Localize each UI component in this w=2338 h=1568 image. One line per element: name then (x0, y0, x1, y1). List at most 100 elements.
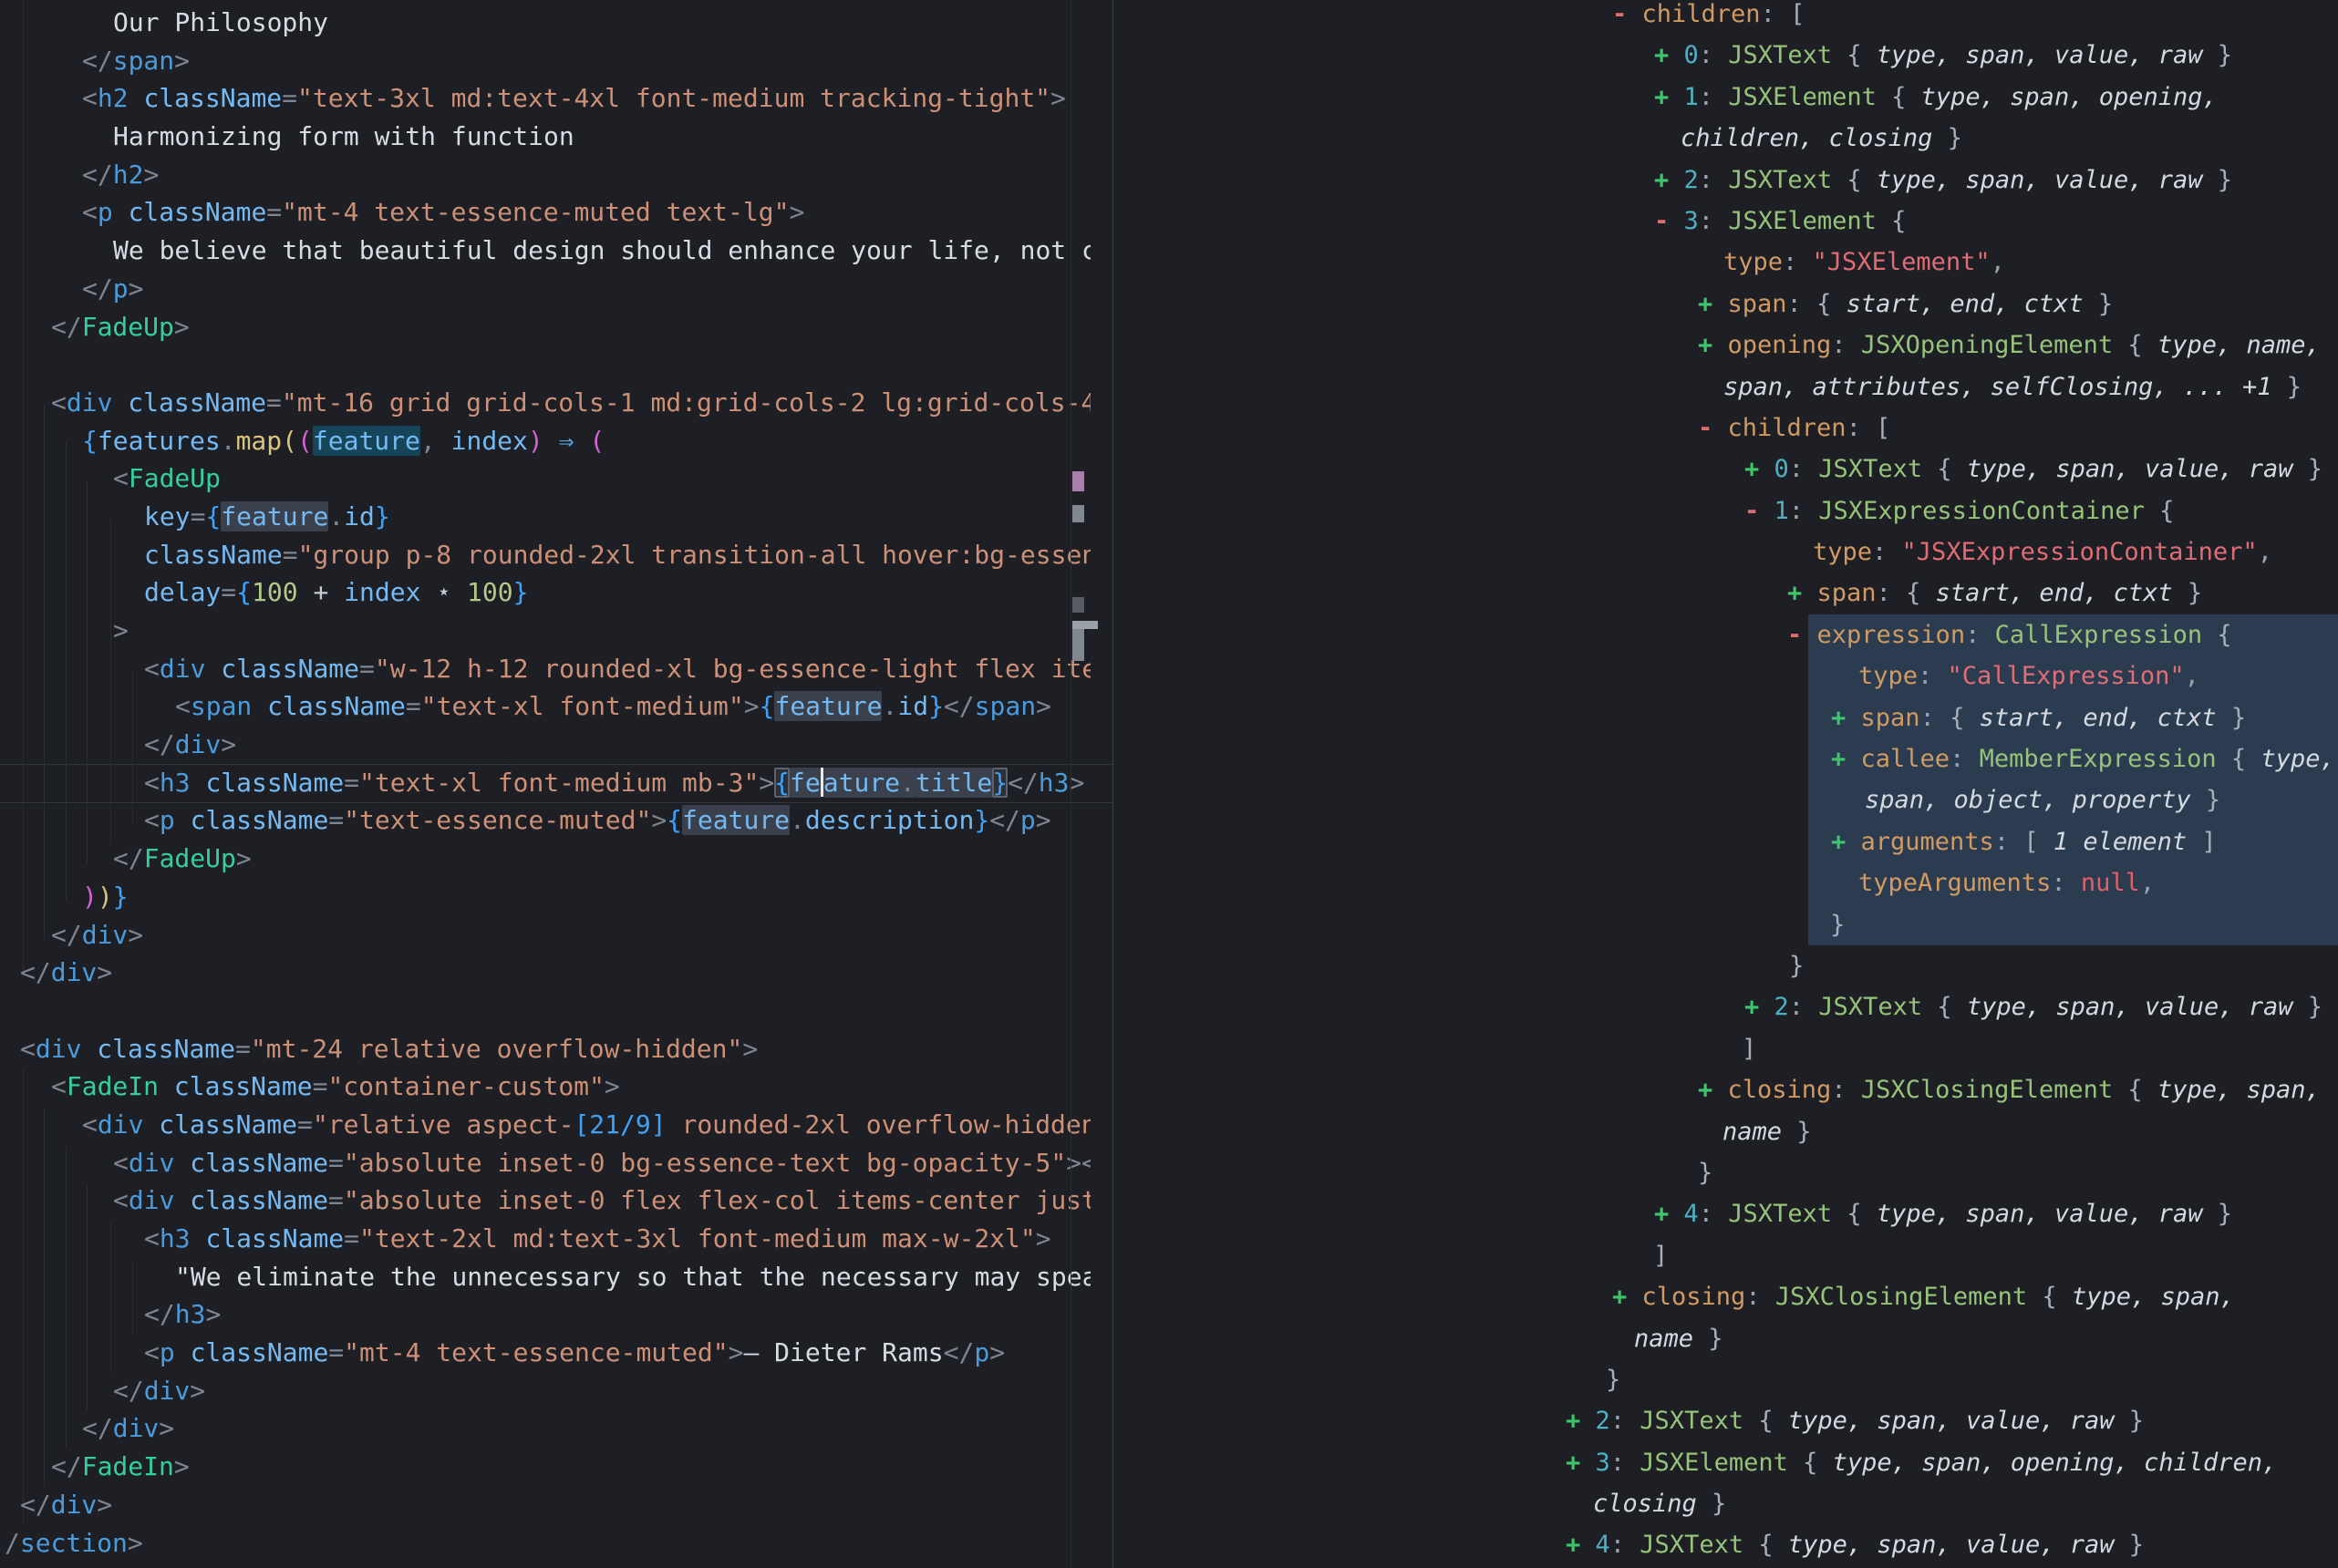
code-line[interactable]: <div className="mt-16 grid grid-cols-1 m… (0, 384, 1091, 422)
expand-plus-icon[interactable]: + (1698, 1076, 1728, 1104)
code-line[interactable]: {features.map((feature, index) ⇒ ( (0, 422, 1091, 460)
ast-row[interactable]: span, object, property } (1113, 779, 2338, 820)
ast-row[interactable]: typeArguments: null, (1113, 862, 2338, 903)
code-line[interactable]: <FadeUp (0, 459, 1091, 498)
code-line[interactable]: </div> (0, 916, 1091, 954)
code-line[interactable]: <div className="w-12 h-12 rounded-xl bg-… (0, 650, 1091, 688)
expand-plus-icon[interactable]: + (1654, 41, 1684, 69)
ast-row[interactable]: - children: [ (1113, 407, 2338, 449)
expand-plus-icon[interactable]: + (1612, 1283, 1642, 1311)
ast-row[interactable]: + 2: JSXText { type, span, value, raw } (1113, 160, 2338, 201)
code-line[interactable] (0, 992, 1091, 1030)
expand-plus-icon[interactable]: + (1744, 993, 1774, 1021)
expand-plus-icon[interactable]: + (1698, 331, 1728, 359)
ast-row[interactable]: + closing: JSXClosingElement { type, spa… (1113, 1276, 2338, 1317)
code-line[interactable]: <p className="text-essence-muted">{featu… (0, 801, 1091, 840)
ast-row[interactable]: type: "JSXElement", (1113, 242, 2338, 283)
code-line[interactable]: </div> (0, 954, 1091, 992)
code-line[interactable]: className="group p-8 rounded-2xl transit… (0, 536, 1091, 574)
ast-row[interactable]: + 1: JSXElement { type, span, opening, (1113, 77, 2338, 118)
ast-row[interactable]: - expression: CallExpression { (1113, 614, 2338, 655)
collapse-minus-icon[interactable]: - (1744, 497, 1774, 525)
ast-row[interactable]: + 0: JSXText { type, span, value, raw } (1113, 449, 2338, 490)
ast-row[interactable]: + span: { start, end, ctxt } (1113, 284, 2338, 325)
ast-row[interactable]: - children: [ (1113, 0, 2338, 35)
code-line[interactable]: <p className="mt-4 text-essence-muted">—… (0, 1334, 1091, 1372)
expand-plus-icon[interactable]: + (1654, 83, 1684, 111)
code-line[interactable]: </h2> (0, 156, 1091, 194)
code-line[interactable]: <div className="relative aspect-[21/9] r… (0, 1106, 1091, 1144)
ast-row[interactable]: + callee: MemberExpression { type, (1113, 738, 2338, 779)
ast-row[interactable]: span, attributes, selfClosing, ... +1 } (1113, 366, 2338, 407)
code-line[interactable]: ))} (0, 878, 1091, 916)
expand-plus-icon[interactable]: + (1831, 704, 1861, 732)
ast-row[interactable]: } (1113, 1359, 2338, 1400)
code-line[interactable] (0, 346, 1091, 384)
code-line[interactable]: </FadeUp> (0, 308, 1091, 346)
expand-plus-icon[interactable]: + (1831, 745, 1861, 773)
code-line[interactable]: Harmonizing form with function (0, 118, 1091, 156)
ast-row[interactable]: type: "CallExpression", (1113, 655, 2338, 696)
expand-plus-icon[interactable]: + (1698, 290, 1728, 318)
ast-row[interactable]: closing } (1113, 1483, 2338, 1524)
code-line[interactable]: <div className="absolute inset-0 flex fl… (0, 1181, 1091, 1220)
code-line[interactable]: </div> (0, 1409, 1091, 1448)
expand-plus-icon[interactable]: + (1787, 579, 1817, 607)
ast-row[interactable]: + 2: JSXText { type, span, value, raw } (1113, 986, 2338, 1027)
code-line[interactable]: > (0, 612, 1091, 650)
ast-row[interactable]: - 1: JSXExpressionContainer { (1113, 490, 2338, 531)
code-line[interactable]: </div> (0, 1372, 1091, 1410)
expand-plus-icon[interactable]: + (1831, 828, 1861, 856)
code-line[interactable]: Our Philosophy (0, 4, 1091, 42)
code-line[interactable]: </h3> (0, 1295, 1091, 1334)
expand-plus-icon[interactable]: + (1744, 455, 1774, 483)
code-line[interactable]: "We eliminate the unnecessary so that th… (0, 1258, 1091, 1296)
ast-row[interactable]: ] (1113, 1028, 2338, 1069)
ast-row[interactable]: + arguments: [ 1 element ] (1113, 821, 2338, 862)
collapse-minus-icon[interactable]: - (1787, 621, 1817, 649)
collapse-minus-icon[interactable]: - (1654, 207, 1684, 235)
code-line[interactable]: /section> (0, 1524, 1091, 1563)
ast-row[interactable]: + 0: JSXText { type, span, value, raw } (1113, 35, 2338, 76)
collapse-minus-icon[interactable]: - (1698, 414, 1728, 442)
ast-row[interactable]: } (1113, 945, 2338, 986)
ast-row[interactable]: - 3: JSXElement { (1113, 201, 2338, 242)
code-line[interactable]: key={feature.id} (0, 498, 1091, 536)
code-line[interactable]: </FadeIn> (0, 1448, 1091, 1486)
ast-tree-pane[interactable]: - children: [+ 0: JSXText { type, span, … (1113, 0, 2338, 1568)
code-line[interactable]: <h3 className="text-2xl md:text-3xl font… (0, 1220, 1091, 1258)
ast-row[interactable]: type: "JSXExpressionContainer", (1113, 531, 2338, 573)
ast-row[interactable]: + span: { start, end, ctxt } (1113, 697, 2338, 738)
code-line[interactable]: </div> (0, 1486, 1091, 1524)
ast-row[interactable]: name } (1113, 1318, 2338, 1359)
code-line[interactable]: <h3 className="text-xl font-medium mb-3"… (0, 764, 1091, 802)
code-line[interactable]: </FadeUp> (0, 840, 1091, 878)
ast-row[interactable]: + 4: JSXText { type, span, value, raw } (1113, 1193, 2338, 1234)
expand-plus-icon[interactable]: + (1654, 1200, 1684, 1228)
code-line[interactable]: <span className="text-xl font-medium">{f… (0, 687, 1091, 726)
expand-plus-icon[interactable]: + (1566, 1449, 1596, 1477)
code-line[interactable]: </div> (0, 726, 1091, 764)
collapse-minus-icon[interactable]: - (1612, 0, 1642, 28)
ast-row[interactable]: + opening: JSXOpeningElement { type, nam… (1113, 325, 2338, 366)
code-line[interactable]: <h2 className="text-3xl md:text-4xl font… (0, 79, 1091, 118)
code-line[interactable]: <div className="absolute inset-0 bg-esse… (0, 1144, 1091, 1182)
expand-plus-icon[interactable]: + (1566, 1407, 1596, 1435)
code-line[interactable]: <FadeIn className="container-custom"> (0, 1068, 1091, 1106)
ast-row[interactable]: + closing: JSXClosingElement { type, spa… (1113, 1069, 2338, 1110)
ast-row[interactable]: } (1113, 1152, 2338, 1193)
code-text-area[interactable]: Our Philosophy</span><h2 className="text… (0, 0, 1091, 1568)
ast-row[interactable]: children, closing } (1113, 118, 2338, 159)
ast-row[interactable]: + 3: JSXElement { type, span, opening, c… (1113, 1442, 2338, 1483)
expand-plus-icon[interactable]: + (1566, 1531, 1596, 1559)
code-line[interactable]: We believe that beautiful design should … (0, 232, 1091, 270)
ast-row[interactable]: + span: { start, end, ctxt } (1113, 573, 2338, 614)
expand-plus-icon[interactable]: + (1654, 166, 1684, 194)
code-line[interactable]: delay={100 + index ⋆ 100} (0, 573, 1091, 612)
ast-row[interactable]: name } (1113, 1111, 2338, 1152)
ast-row[interactable]: } (1113, 904, 2338, 945)
code-line[interactable]: <div className="mt-24 relative overflow-… (0, 1030, 1091, 1068)
code-line[interactable]: </span> (0, 42, 1091, 80)
code-editor-pane[interactable]: Our Philosophy</span><h2 className="text… (0, 0, 1113, 1568)
code-line[interactable]: <p className="mt-4 text-essence-muted te… (0, 193, 1091, 232)
